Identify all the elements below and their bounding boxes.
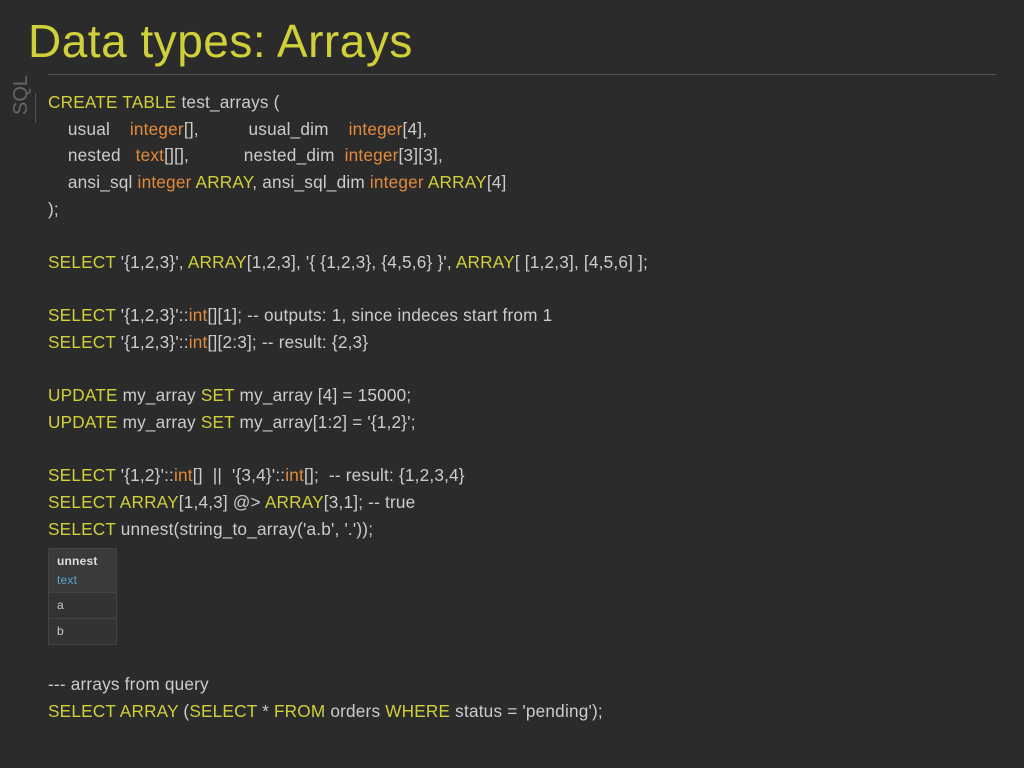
code-text: [3][3],: [399, 145, 443, 165]
kw-where: WHERE: [385, 701, 450, 721]
kw-select: SELECT: [48, 305, 116, 325]
code-text: [][2:3]; -- result: {2,3}: [208, 332, 369, 352]
kw-select: SELECT: [48, 701, 116, 721]
kw-from: FROM: [274, 701, 325, 721]
kw-update: UPDATE: [48, 412, 118, 432]
code-text: [], usual_dim: [184, 119, 349, 139]
kw-array: ARRAY: [192, 172, 253, 192]
kw-array: ARRAY: [424, 172, 487, 192]
kw-array: ARRAY: [116, 701, 179, 721]
code-text: my_array: [118, 385, 201, 405]
code-text: [ [1,2,3], [4,5,6] ];: [515, 252, 648, 272]
kw-select: SELECT: [48, 492, 116, 512]
code-text: (: [178, 701, 189, 721]
code-text: nested: [48, 145, 136, 165]
table-header-name: unnest: [57, 554, 98, 568]
code-text: [][1]; -- outputs: 1, since indeces star…: [208, 305, 553, 325]
code-text: [] || '{3,4}'::: [193, 465, 285, 485]
kw-select: SELECT: [48, 332, 116, 352]
code-text: my_array [4] = 15000;: [235, 385, 412, 405]
code-text: );: [48, 199, 59, 219]
type-int: int: [174, 465, 193, 485]
code-text: []; -- result: {1,2,3,4}: [304, 465, 465, 485]
kw-array: ARRAY: [456, 252, 515, 272]
code-text: [4]: [487, 172, 507, 192]
type-integer: integer: [370, 172, 424, 192]
type-integer: integer: [349, 119, 403, 139]
code-text: my_array: [118, 412, 201, 432]
kw-select: SELECT: [48, 465, 116, 485]
fn-unnest: unnest: [116, 519, 174, 539]
code-text: test_arrays (: [176, 92, 279, 112]
code-text: ansi_sql: [48, 172, 138, 192]
code-text: (string_to_array('a.b', '.'));: [174, 519, 374, 539]
kw-array: ARRAY: [188, 252, 247, 272]
code-text: [3,1]; -- true: [324, 492, 416, 512]
kw-set: SET: [201, 385, 235, 405]
code-text: '{1,2}'::: [116, 465, 174, 485]
code-text: [4],: [403, 119, 428, 139]
code-comment: --- arrays from query: [48, 674, 209, 694]
kw-array: ARRAY: [265, 492, 324, 512]
kw-set: SET: [201, 412, 235, 432]
kw-create-table: CREATE TABLE: [48, 92, 176, 112]
kw-array: ARRAY: [116, 492, 179, 512]
kw-select: SELECT: [189, 701, 257, 721]
type-int: int: [189, 332, 208, 352]
table-header: unnest text: [49, 549, 117, 593]
kw-update: UPDATE: [48, 385, 118, 405]
slide: Data types: Arrays SQL CREATE TABLE test…: [0, 0, 1024, 768]
type-integer: integer: [345, 145, 399, 165]
kw-select: SELECT: [48, 252, 116, 272]
code-text: '{1,2,3}',: [116, 252, 188, 272]
result-table: unnest text a b: [48, 548, 117, 644]
code-text: my_array[1:2] = '{1,2}';: [235, 412, 416, 432]
table-cell: a: [49, 593, 117, 619]
code-text: [][], nested_dim: [164, 145, 344, 165]
code-text: usual: [48, 119, 130, 139]
slide-title: Data types: Arrays: [0, 14, 1024, 68]
code-text: status = 'pending');: [450, 701, 603, 721]
content-row: SQL CREATE TABLE test_arrays ( usual int…: [0, 89, 1024, 725]
kw-select: SELECT: [48, 519, 116, 539]
code-text: , ansi_sql_dim: [252, 172, 370, 192]
code-text: '{1,2,3}'::: [116, 332, 189, 352]
table-header-type: text: [57, 573, 77, 587]
code-block: CREATE TABLE test_arrays ( usual integer…: [36, 89, 648, 725]
code-text: [1,2,3], '{ {1,2,3}, {4,5,6} }',: [247, 252, 456, 272]
sql-vertical-label: SQL: [8, 93, 36, 123]
code-text: orders: [325, 701, 385, 721]
type-integer: integer: [130, 119, 184, 139]
code-text: *: [257, 701, 274, 721]
type-int: int: [285, 465, 304, 485]
code-text: [1,4,3] @>: [179, 492, 265, 512]
type-text: text: [136, 145, 165, 165]
type-int: int: [189, 305, 208, 325]
type-integer: integer: [138, 172, 192, 192]
code-text: '{1,2,3}'::: [116, 305, 189, 325]
title-divider: [48, 74, 996, 75]
table-cell: b: [49, 618, 117, 644]
